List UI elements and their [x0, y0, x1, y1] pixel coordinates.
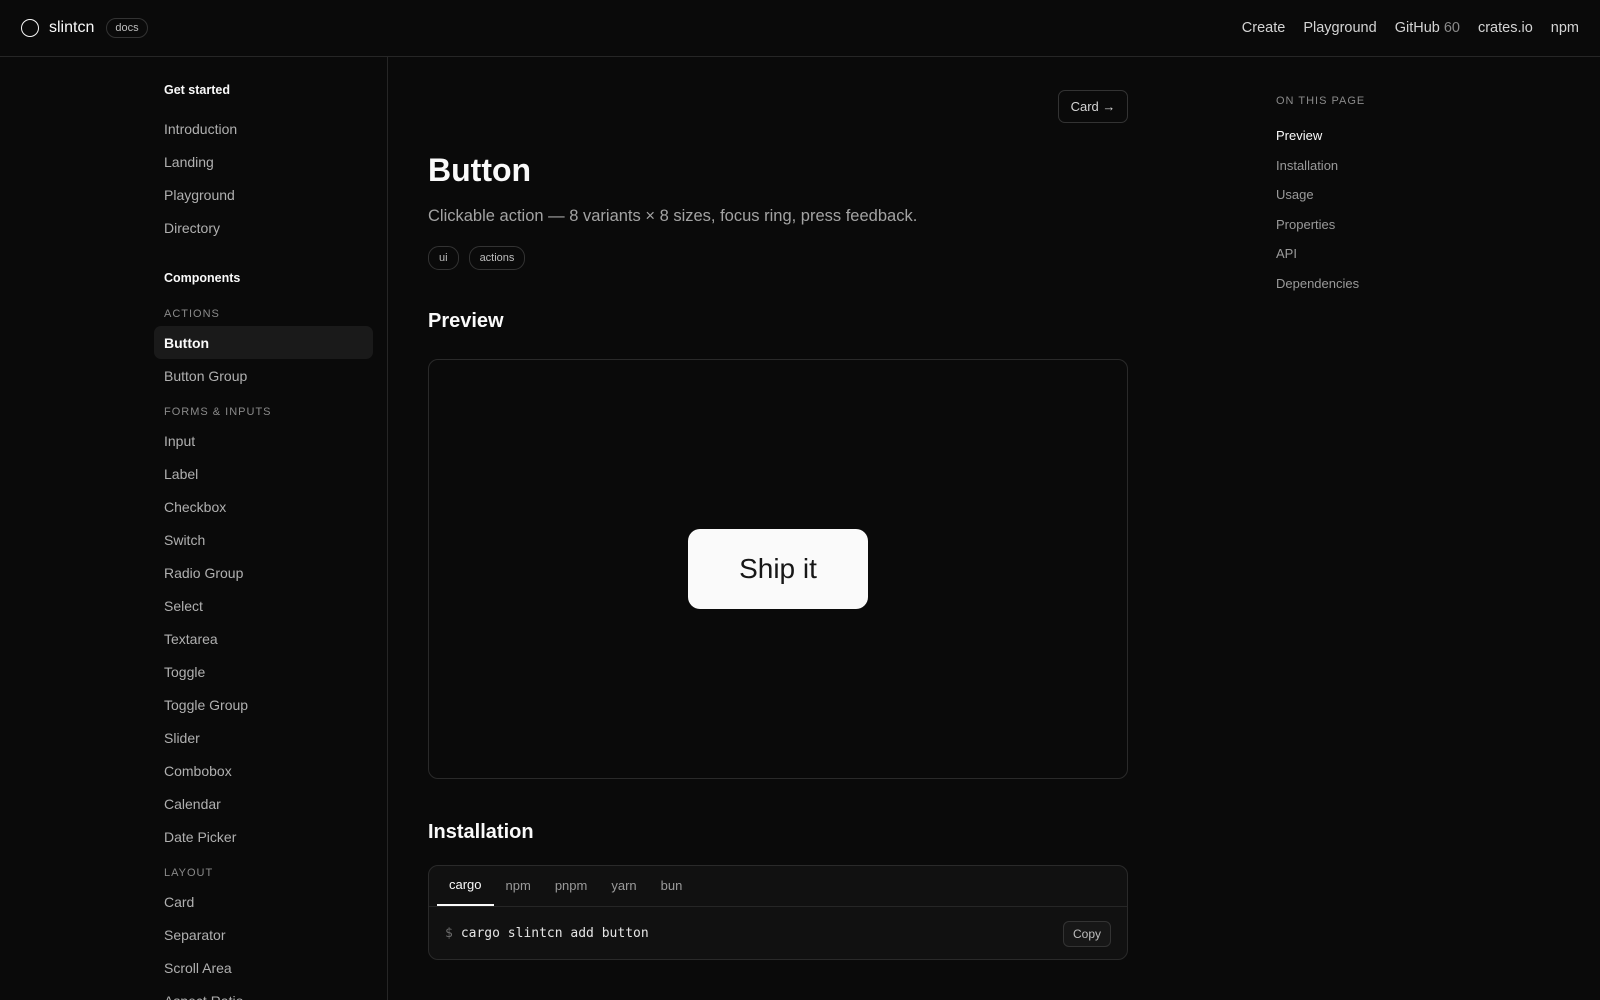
sidebar-item-introduction[interactable]: Introduction [154, 112, 373, 145]
github-star-count: 60 [1443, 20, 1460, 36]
sidebar-item-switch[interactable]: Switch [154, 523, 373, 556]
sidebar-group-actions: ACTIONS [164, 308, 220, 320]
page-title: Button [428, 152, 532, 188]
tab-pnpm[interactable]: pnpm [543, 866, 600, 906]
toc-item-usage[interactable]: Usage [1276, 180, 1365, 210]
ship-it-button[interactable]: Ship it [688, 529, 868, 609]
preview-heading: Preview [428, 310, 504, 332]
toc-item-properties[interactable]: Properties [1276, 210, 1365, 240]
docs-badge: docs [106, 18, 148, 38]
sidebar-item-select[interactable]: Select [154, 589, 373, 622]
sidebar-item-textarea[interactable]: Textarea [154, 622, 373, 655]
sidebar-item-separator[interactable]: Separator [154, 918, 373, 951]
sidebar-item-button[interactable]: Button [154, 326, 373, 359]
nav-create[interactable]: Create [1242, 20, 1286, 36]
sidebar-item-radio-group[interactable]: Radio Group [154, 556, 373, 589]
logo-circle-icon [21, 19, 39, 37]
sidebar-item-button-group[interactable]: Button Group [154, 359, 373, 392]
sidebar-group-layout: LAYOUT [164, 867, 214, 879]
sidebar-item-combobox[interactable]: Combobox [154, 754, 373, 787]
tag-ui[interactable]: ui [428, 246, 459, 270]
install-command: $ cargo slintcn add button [445, 926, 649, 941]
sidebar-item-scroll-area[interactable]: Scroll Area [154, 951, 373, 984]
sidebar-item-card[interactable]: Card [154, 885, 373, 918]
sidebar-item-checkbox[interactable]: Checkbox [154, 490, 373, 523]
sidebar-heading-get-started: Get started [164, 83, 230, 97]
table-of-contents: ON THIS PAGE Preview Installation Usage … [1276, 95, 1365, 298]
shell-prompt: $ [445, 926, 453, 941]
toc-item-preview[interactable]: Preview [1276, 121, 1365, 151]
sidebar-item-directory[interactable]: Directory [154, 211, 373, 244]
toc-item-dependencies[interactable]: Dependencies [1276, 269, 1365, 299]
tag-list: ui actions [428, 246, 526, 270]
sidebar-item-landing[interactable]: Landing [154, 145, 373, 178]
sidebar-item-playground[interactable]: Playground [154, 178, 373, 211]
preview-panel: Ship it [428, 359, 1128, 779]
install-command-text: cargo slintcn add button [460, 926, 649, 941]
nav-playground[interactable]: Playground [1303, 20, 1376, 36]
tab-npm[interactable]: npm [494, 866, 543, 906]
sidebar-item-input[interactable]: Input [154, 424, 373, 457]
sidebar-item-slider[interactable]: Slider [154, 721, 373, 754]
nav-npm[interactable]: npm [1551, 20, 1579, 36]
command-row: $ cargo slintcn add button Copy [429, 907, 1127, 959]
nav-github[interactable]: GitHub 60 [1395, 20, 1460, 36]
tab-cargo[interactable]: cargo [437, 866, 494, 906]
next-page-button[interactable]: Card → [1058, 90, 1128, 123]
tab-bun[interactable]: bun [649, 866, 695, 906]
top-header: slintcn docs Create Playground GitHub 60 … [0, 0, 1600, 57]
sidebar-item-label[interactable]: Label [154, 457, 373, 490]
copy-button[interactable]: Copy [1062, 920, 1111, 947]
toc-item-installation[interactable]: Installation [1276, 151, 1365, 181]
brand-name: slintcn [49, 19, 95, 36]
sidebar-item-calendar[interactable]: Calendar [154, 787, 373, 820]
top-nav: Create Playground GitHub 60 crates.io npm [1242, 20, 1579, 36]
installation-heading: Installation [428, 821, 534, 843]
tag-actions[interactable]: actions [468, 246, 526, 270]
sidebar-item-toggle-group[interactable]: Toggle Group [154, 688, 373, 721]
sidebar: Get started Introduction Landing Playgro… [0, 57, 388, 1000]
sidebar-item-toggle[interactable]: Toggle [154, 655, 373, 688]
sidebar-group-forms: FORMS & INPUTS [164, 406, 272, 418]
nav-crates[interactable]: crates.io [1478, 20, 1533, 36]
sidebar-heading-components: Components [164, 271, 241, 285]
sidebar-item-date-picker[interactable]: Date Picker [154, 820, 373, 853]
nav-github-label: GitHub [1394, 20, 1440, 36]
page-description: Clickable action — 8 variants × 8 sizes,… [428, 207, 918, 225]
toc-item-api[interactable]: API [1276, 239, 1365, 269]
installation-panel: cargo npm pnpm yarn bun $ cargo slintcn a… [428, 865, 1128, 960]
sidebar-item-aspect-ratio[interactable]: Aspect Ratio [154, 984, 373, 1000]
package-manager-tabs: cargo npm pnpm yarn bun [429, 866, 1127, 907]
toc-title: ON THIS PAGE [1276, 95, 1366, 107]
tab-yarn[interactable]: yarn [599, 866, 648, 906]
brand[interactable]: slintcn docs [21, 18, 148, 38]
